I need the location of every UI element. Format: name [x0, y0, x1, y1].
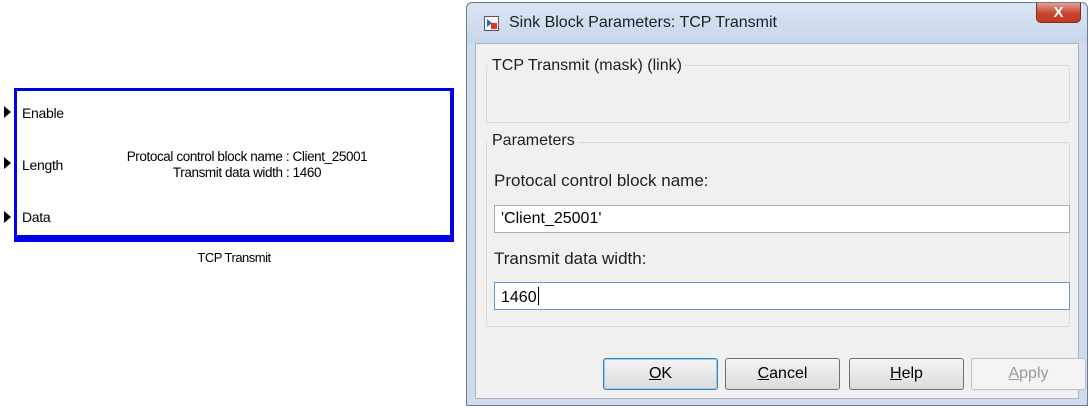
block-info-line2: Transmit data width : 1460 [172, 165, 322, 180]
cancel-mnemonic: C [757, 365, 770, 382]
tcp-transmit-block[interactable]: Enable Length Data Protocal control bloc… [4, 88, 454, 242]
parameters-group-title: Parameters [489, 132, 578, 150]
block-name-label[interactable]: TCP Transmit [14, 250, 454, 265]
ok-mnemonic: O [648, 365, 662, 382]
dialog-titlebar[interactable]: Sink Block Parameters: TCP Transmit X [467, 3, 1087, 43]
cancel-button[interactable]: Cancel [725, 358, 840, 390]
apply-mnemonic: A [1008, 365, 1020, 382]
dialog-title: Sink Block Parameters: TCP Transmit [509, 14, 777, 31]
length-port-icon [4, 157, 11, 169]
ok-button[interactable]: OK [603, 358, 718, 390]
help-button[interactable]: Help [849, 358, 964, 390]
apply-label-rest: pply [1019, 365, 1049, 382]
help-label-rest: elp [901, 365, 923, 382]
transmit-width-input[interactable]: 1460 [494, 282, 1070, 310]
pcb-name-label: Protocal control block name: [494, 171, 709, 190]
data-port-label: Data [22, 209, 51, 225]
block-info-text: Protocal control block name : Client_250… [77, 149, 417, 181]
close-button[interactable]: X [1036, 3, 1081, 23]
help-mnemonic: H [890, 365, 902, 382]
simulink-icon [484, 16, 499, 31]
enable-port-label: Enable [22, 105, 64, 121]
data-port-icon [4, 211, 11, 223]
pcb-name-value: 'Client_25001' [501, 210, 602, 227]
block-info-line1: Protocal control block name : Client_250… [126, 149, 368, 164]
pcb-name-input[interactable]: 'Client_25001' [494, 205, 1070, 233]
ok-label-rest: K [661, 365, 673, 382]
enable-port-icon [4, 106, 11, 118]
transmit-width-label: Transmit data width: [494, 249, 647, 268]
text-caret [537, 287, 539, 305]
block-parameters-dialog: Sink Block Parameters: TCP Transmit X TC… [466, 2, 1088, 406]
apply-button[interactable]: Apply [971, 358, 1086, 390]
cancel-label-rest: ancel [769, 365, 808, 382]
mask-group-title: TCP Transmit (mask) (link) [489, 57, 685, 75]
length-port-label: Length [22, 157, 64, 173]
transmit-width-value: 1460 [501, 289, 537, 306]
dialog-content: TCP Transmit (mask) (link) Parameters Pr… [475, 43, 1079, 399]
